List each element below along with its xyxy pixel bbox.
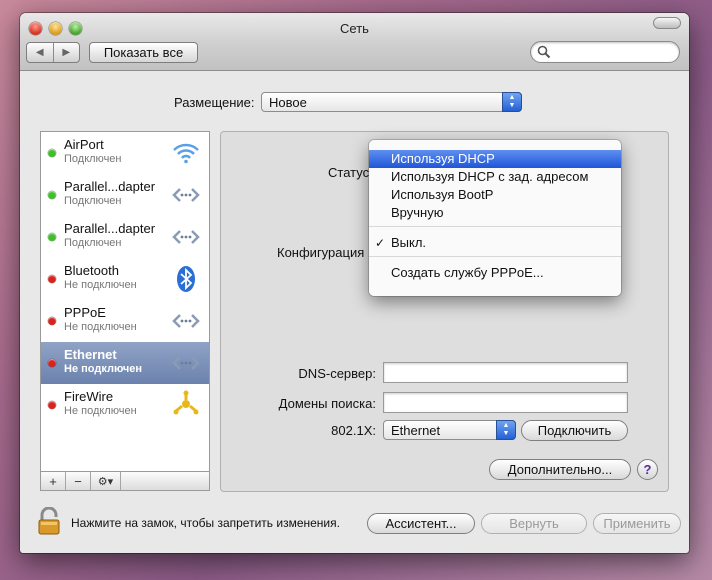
apply-button[interactable]: Применить [593,513,681,534]
assistant-button[interactable]: Ассистент... [367,513,475,534]
service-name: FireWire [64,389,114,404]
config-menu-item[interactable]: Используя DHCP [369,150,621,168]
show-all-button[interactable]: Показать все [89,42,198,63]
checkmark-icon: ✓ [375,236,386,250]
config-menu-item-label: Вручную [391,205,444,220]
service-name: AirPort [64,137,104,152]
service-name: Parallel...dapter [64,221,156,236]
service-status: Не подключен [64,405,137,417]
lock-icon[interactable] [37,507,61,535]
dot1x-value: Ethernet [391,422,441,438]
service-name: Bluetooth [64,263,119,278]
configuration-label: Конфигурация [277,245,365,260]
lock-hint-text: Нажмите на замок, чтобы запретить измене… [71,516,340,530]
ethernet-icon [171,222,201,252]
wifi-icon [171,138,201,168]
service-status: Подключен [64,153,122,165]
status-dot [48,191,56,199]
service-item-firewire[interactable]: FireWire Не подключен [41,384,209,426]
back-button[interactable]: ◀ [27,43,53,62]
config-menu-item-label: Используя DHCP с зад. адресом [391,169,589,184]
connect-button[interactable]: Подключить [521,420,628,441]
add-service-button[interactable]: + [41,472,66,490]
config-menu-item[interactable]: Используя DHCP с зад. адресом [369,168,621,186]
title-bar: Сеть ◀ ▶ Показать все [20,13,689,71]
popup-arrows-icon: ▲ ▼ [496,420,516,440]
back-forward-control: ◀ ▶ [26,42,80,63]
help-button[interactable]: ? [637,459,658,480]
dns-server-label: DNS-сервер: [298,366,376,381]
service-status: Подключен [64,195,122,207]
network-preferences-window: Сеть ◀ ▶ Показать все Размещение: Новое … [20,13,689,553]
dns-server-field[interactable] [383,362,628,383]
status-label: Статус [328,165,370,180]
dot1x-popup[interactable]: Ethernet ▲ ▼ [383,420,516,440]
service-name: Ethernet [64,347,117,362]
search-field[interactable] [530,41,680,63]
config-menu-item[interactable]: Создать службу PPPoE... [369,264,621,282]
service-status: Не подключен [64,321,137,333]
service-name: PPPoE [64,305,106,320]
gear-menu-button[interactable]: ⚙▾ [91,472,121,490]
service-list-actions: + − ⚙▾ [40,471,210,491]
search-domains-field[interactable] [383,392,628,413]
configuration-dropdown-menu: Используя DHCP Используя DHCP с зад. адре… [369,140,621,296]
service-item-bluetooth[interactable]: Bluetooth Не подключен [41,258,209,300]
status-dot [48,401,56,409]
service-status: Подключен [64,237,122,249]
bluetooth-icon [171,264,201,294]
location-label: Размещение: [174,95,255,110]
service-item-parallel-dapter[interactable]: Parallel...dapter Подключен [41,174,209,216]
search-domains-label: Домены поиска: [278,396,376,411]
config-menu-item[interactable]: Вручную [369,204,621,222]
ethernet-icon [171,306,201,336]
service-item-ethernet[interactable]: Ethernet Не подключен [41,342,209,384]
menu-separator [369,226,621,227]
status-dot [48,359,56,367]
service-list: AirPort Подключен Parallel...dapter Подключ… [40,131,210,472]
forward-arrow-icon: ▶ [62,47,71,58]
status-dot [48,233,56,241]
service-item-parallel-dapter[interactable]: Parallel...dapter Подключен [41,216,209,258]
window-title: Сеть [340,21,369,36]
status-dot [48,149,56,157]
ethernet-icon [171,348,201,378]
service-item-airport[interactable]: AirPort Подключен [41,132,209,174]
popup-arrows-icon: ▲ ▼ [502,92,522,112]
status-dot [48,317,56,325]
config-menu-item[interactable]: Используя BootP [369,186,621,204]
status-dot [48,275,56,283]
service-status: Не подключен [64,363,143,375]
config-menu-item-label: Создать службу PPPoE... [391,265,544,280]
forward-button[interactable]: ▶ [52,43,80,62]
advanced-button[interactable]: Дополнительно... [489,459,631,480]
location-popup[interactable]: Новое ▲ ▼ [261,92,522,112]
back-arrow-icon: ◀ [35,47,44,58]
search-icon [537,45,551,59]
firewire-icon [171,390,201,420]
config-menu-item-label: Выкл. [391,235,427,250]
service-status: Не подключен [64,279,137,291]
toolbar-toggle-button[interactable] [653,17,681,29]
service-name: Parallel...dapter [64,179,156,194]
revert-button[interactable]: Вернуть [481,513,587,534]
location-value: Новое [269,94,307,110]
remove-service-button[interactable]: − [66,472,91,490]
ethernet-icon [171,180,201,210]
menu-separator [369,256,621,257]
dot1x-label: 802.1X: [331,423,376,438]
config-menu-item-label: Используя BootP [391,187,494,202]
service-item-pppoe[interactable]: PPPoE Не подключен [41,300,209,342]
config-menu-item[interactable]: ✓ Выкл. [369,234,621,252]
config-menu-item-label: Используя DHCP [391,151,495,166]
